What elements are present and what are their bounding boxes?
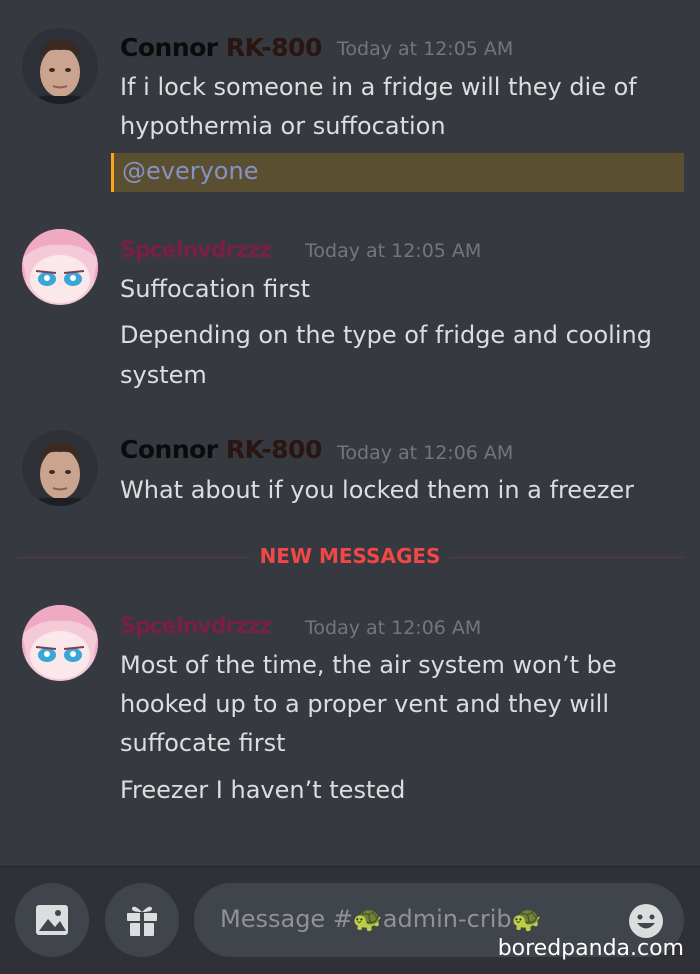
watermark: boredpanda.com [497,936,684,961]
author-first: Connor [120,33,226,62]
timestamp: Today at 12:05 AM [337,38,514,60]
author-first: Connor [120,435,226,464]
message-line: system [120,361,207,389]
message-line: Depending on the type of fridge and cool… [120,321,652,349]
message-line: hooked up to a proper vent and they will [120,690,609,718]
gift-icon [127,906,157,936]
timestamp: Today at 12:05 AM [305,240,482,262]
message-line: What about if you locked them in a freez… [120,476,635,504]
emoji-icon[interactable] [627,902,665,940]
message-line: Suffocation first [120,275,311,303]
gift-button[interactable] [105,883,179,957]
timestamp: Today at 12:06 AM [305,617,482,639]
author-name[interactable]: SpceInvdrzzz [120,238,272,263]
avatar-connor[interactable] [22,430,98,506]
author-suffix: RK-800 [225,33,323,62]
mention-highlight: @everyone [111,153,684,192]
author-suffix: RK-800 [225,435,323,464]
timestamp: Today at 12:06 AM [337,442,514,464]
message-line: Most of the time, the air system won’t b… [120,651,617,679]
avatar-connor[interactable] [22,28,98,104]
author-name[interactable]: Connor RK-800 [120,33,322,62]
mention-everyone[interactable]: @everyone [122,157,258,185]
avatar-spce[interactable] [22,229,98,305]
divider-line-right [450,557,684,558]
image-icon [36,905,68,935]
new-messages-divider: NEW MESSAGES [259,544,441,568]
message-placeholder: Message #🐢admin-crib🐢 [220,905,542,933]
avatar-spce[interactable] [22,605,98,681]
message-line: hypothermia or suffocation [120,112,446,140]
attach-image-button[interactable] [15,883,89,957]
message-line: suffocate first [120,729,286,757]
author-name[interactable]: SpceInvdrzzz [120,614,272,639]
author-name[interactable]: Connor RK-800 [120,435,322,464]
message-line: Freezer I haven’t tested [120,776,406,804]
message-line: If i lock someone in a fridge will they … [120,73,637,101]
